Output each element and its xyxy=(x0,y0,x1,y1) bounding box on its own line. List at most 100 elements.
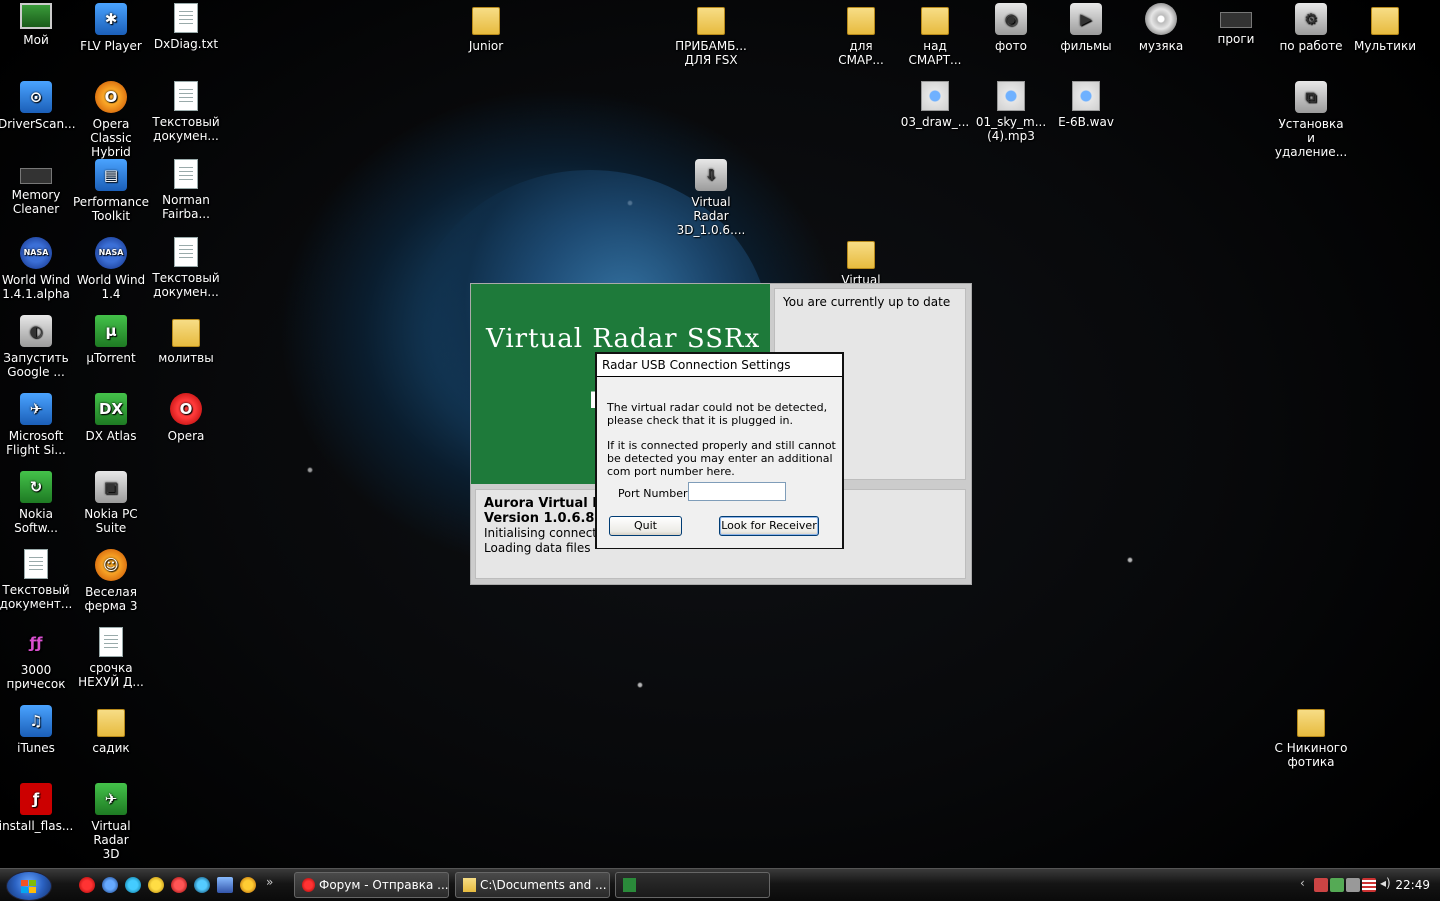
installer-icon: ⇩ xyxy=(695,159,727,191)
quicklaunch-save-icon[interactable] xyxy=(217,877,233,893)
quicklaunch-avast-icon[interactable] xyxy=(240,877,256,893)
desktop-icon-farm-game[interactable]: ☺ Веселая ферма 3 xyxy=(73,549,149,613)
desktop-icon-text-doc-3[interactable]: Текстовый документ... xyxy=(0,549,74,611)
tray-app-icon[interactable] xyxy=(1314,878,1328,892)
desktop-icon-text-doc-1[interactable]: Текстовый докумен... xyxy=(148,81,224,143)
google-earth-icon: ◐ xyxy=(20,315,52,347)
nasa-icon: NASA xyxy=(20,237,52,269)
desktop-icon-label: World Wind 1.4 xyxy=(76,273,146,301)
desktop-icon-opera[interactable]: O Opera xyxy=(148,393,224,443)
look-for-receiver-button[interactable]: Look for Receiver xyxy=(719,516,819,536)
desktop-icon-label: садик xyxy=(92,741,130,755)
folder-icon xyxy=(1371,7,1399,35)
desktop-icon-folder-molitvy[interactable]: молитвы xyxy=(148,315,224,365)
desktop-icon-text-doc-2[interactable]: Текстовый докумен... xyxy=(148,237,224,299)
driverscanner-icon: ⊙ xyxy=(20,81,52,113)
desktop-icon-label: Virtual Radar 3D_1.0.6.... xyxy=(676,195,746,237)
text-document-icon xyxy=(174,81,198,111)
desktop-icon-folder-po-rabote[interactable]: ⚙ по работе xyxy=(1273,3,1349,53)
desktop-icon-label: музяка xyxy=(1138,39,1184,53)
desktop-icon-folder-progi[interactable]: проги xyxy=(1198,3,1274,46)
dialog-title[interactable]: Radar USB Connection Settings xyxy=(597,354,842,377)
cd-icon xyxy=(1145,3,1177,35)
desktop-icon-folder-muzyaka[interactable]: музяка xyxy=(1123,3,1199,53)
desktop-icon-label: проги xyxy=(1217,32,1255,46)
desktop-icon-folder-nad-smart[interactable]: над СМАРТ... xyxy=(897,3,973,67)
task-button-forum[interactable]: Форум - Отправка ... xyxy=(294,872,449,898)
quicklaunch-driverscanner-icon[interactable] xyxy=(102,877,118,893)
tray-expand-chevron-icon[interactable]: ‹ xyxy=(1300,876,1305,890)
quicklaunch-opera-icon[interactable] xyxy=(79,877,95,893)
folder-icon xyxy=(463,878,476,892)
desktop-icon-memory-cleaner[interactable]: Memory Cleaner xyxy=(0,159,74,216)
desktop-icon-opera-classic[interactable]: O Opera Classic Hybrid xyxy=(73,81,149,159)
quicklaunch-icq-icon[interactable] xyxy=(148,877,164,893)
desktop-icon-label: молитвы xyxy=(158,351,214,365)
task-button-explorer[interactable]: C:\Documents and ... xyxy=(455,872,610,898)
tray-device-icon[interactable] xyxy=(1346,878,1360,892)
desktop-icon-label: Opera xyxy=(167,429,205,443)
desktop-icon-flv-player[interactable]: ✱ FLV Player xyxy=(73,3,149,53)
desktop-icon-world-wind[interactable]: NASA World Wind 1.4 xyxy=(73,237,149,301)
port-number-input[interactable] xyxy=(688,482,786,501)
desktop-icon-label: E-6B.wav xyxy=(1058,115,1114,129)
text-document-icon xyxy=(174,3,198,33)
opera-classic-icon: O xyxy=(95,81,127,113)
tray-network-icon[interactable] xyxy=(1330,878,1344,892)
quicklaunch-app-icon[interactable] xyxy=(171,877,187,893)
desktop-icon-driverscanner[interactable]: ⊙ DriverScan... xyxy=(0,81,76,131)
desktop-icon-folder-junior[interactable]: Junior xyxy=(448,3,524,53)
desktop-icon-performance-toolkit[interactable]: ▤ Performance Toolkit xyxy=(73,159,149,223)
quicklaunch-tools-icon[interactable] xyxy=(194,877,210,893)
quicklaunch-more-button[interactable]: » xyxy=(266,875,273,889)
language-flag-icon[interactable] xyxy=(1362,878,1376,892)
desktop-icon-nokia-software[interactable]: ↻ Nokia Softw... xyxy=(0,471,74,535)
clock[interactable]: 22:49 xyxy=(1395,878,1430,892)
desktop-icon-label: фильмы xyxy=(1060,39,1112,53)
quicklaunch-skype-icon[interactable] xyxy=(125,877,141,893)
desktop-icon-folder-fsx[interactable]: ПРИБАМБ... ДЛЯ FSX xyxy=(673,3,749,67)
folder-icon xyxy=(847,241,875,269)
desktop-icon-folder-filmy[interactable]: ▶ фильмы xyxy=(1048,3,1124,53)
desktop-icon-folder-foto[interactable]: ◉ фото xyxy=(973,3,1049,53)
camera-icon: ◉ xyxy=(995,3,1027,35)
desktop-icon-world-wind-alpha[interactable]: NASA World Wind 1.4.1.alpha xyxy=(0,237,74,301)
desktop-icon-srochka[interactable]: срочка НЕХУЙ Д... xyxy=(73,627,149,689)
desktop-icon-media-03-draw[interactable]: 03_draw_... xyxy=(897,81,973,129)
desktop-icon-norman[interactable]: Norman Fairba... xyxy=(148,159,224,221)
desktop-icon-virtual-radar-3d[interactable]: ✈ Virtual Radar 3D xyxy=(73,783,149,861)
desktop-icon-label: 03_draw_... xyxy=(900,115,970,129)
desktop-icon-dx-atlas[interactable]: DX DX Atlas xyxy=(73,393,149,443)
desktop-icon-nokia-pc-suite[interactable]: ▣ Nokia PC Suite xyxy=(73,471,149,535)
taskbar: » Форум - Отправка ... C:\Documents and … xyxy=(0,868,1440,901)
desktop-icon-folder-multiki[interactable]: Мультики xyxy=(1347,3,1423,53)
desktop-icon-itunes[interactable]: ♫ iTunes xyxy=(0,705,74,755)
desktop-icon-flash-installer[interactable]: ƒ install_flas... xyxy=(0,783,74,833)
desktop-icon-label: по работе xyxy=(1279,39,1343,53)
start-button[interactable] xyxy=(6,871,52,901)
desktop-icon-google-earth[interactable]: ◐ Запустить Google ... xyxy=(0,315,74,379)
desktop-icon-hairstyles[interactable]: ƒƒ 3000 причесок xyxy=(0,627,74,692)
quit-button[interactable]: Quit xyxy=(609,516,682,536)
desktop-icon-folder-dlya-smar[interactable]: для СМАР... xyxy=(823,3,899,67)
desktop-icon-utorrent[interactable]: µ µTorrent xyxy=(73,315,149,365)
folder-icon xyxy=(172,319,200,347)
desktop-icon-virtual-radar-installer[interactable]: ⇩ Virtual Radar 3D_1.0.6.... xyxy=(673,159,749,237)
desktop-icon-dxdiag[interactable]: DxDiag.txt xyxy=(148,3,224,51)
desktop-icon-media-01-sky[interactable]: 01_sky_m... (4).mp3 xyxy=(973,81,1049,143)
folder-icon xyxy=(97,709,125,737)
task-button-virtual-radar[interactable] xyxy=(615,872,770,898)
volume-icon[interactable]: ◂) xyxy=(1380,876,1394,890)
desktop-icon-label: Virtual Radar 3D xyxy=(91,819,131,861)
utorrent-icon: µ xyxy=(95,315,127,347)
flash-installer-icon: ƒ xyxy=(20,783,52,815)
desktop-icon-flight-simulator[interactable]: ✈ Microsoft Flight Si... xyxy=(0,393,74,457)
memory-cleaner-icon xyxy=(20,168,52,184)
desktop-icon-folder-sadik[interactable]: садик xyxy=(73,705,149,755)
desktop-icon-folder-nikina-foto[interactable]: С Никиного фотика xyxy=(1273,705,1349,769)
desktop-icon-add-remove-programs[interactable]: ⧉ Установка и удаление... xyxy=(1273,81,1349,159)
flv-player-icon: ✱ xyxy=(95,3,127,35)
task-button-label: C:\Documents and ... xyxy=(480,878,607,892)
desktop-icon-my-computer[interactable]: Мой xyxy=(0,3,74,47)
desktop-icon-media-e6b[interactable]: E-6B.wav xyxy=(1048,81,1124,129)
